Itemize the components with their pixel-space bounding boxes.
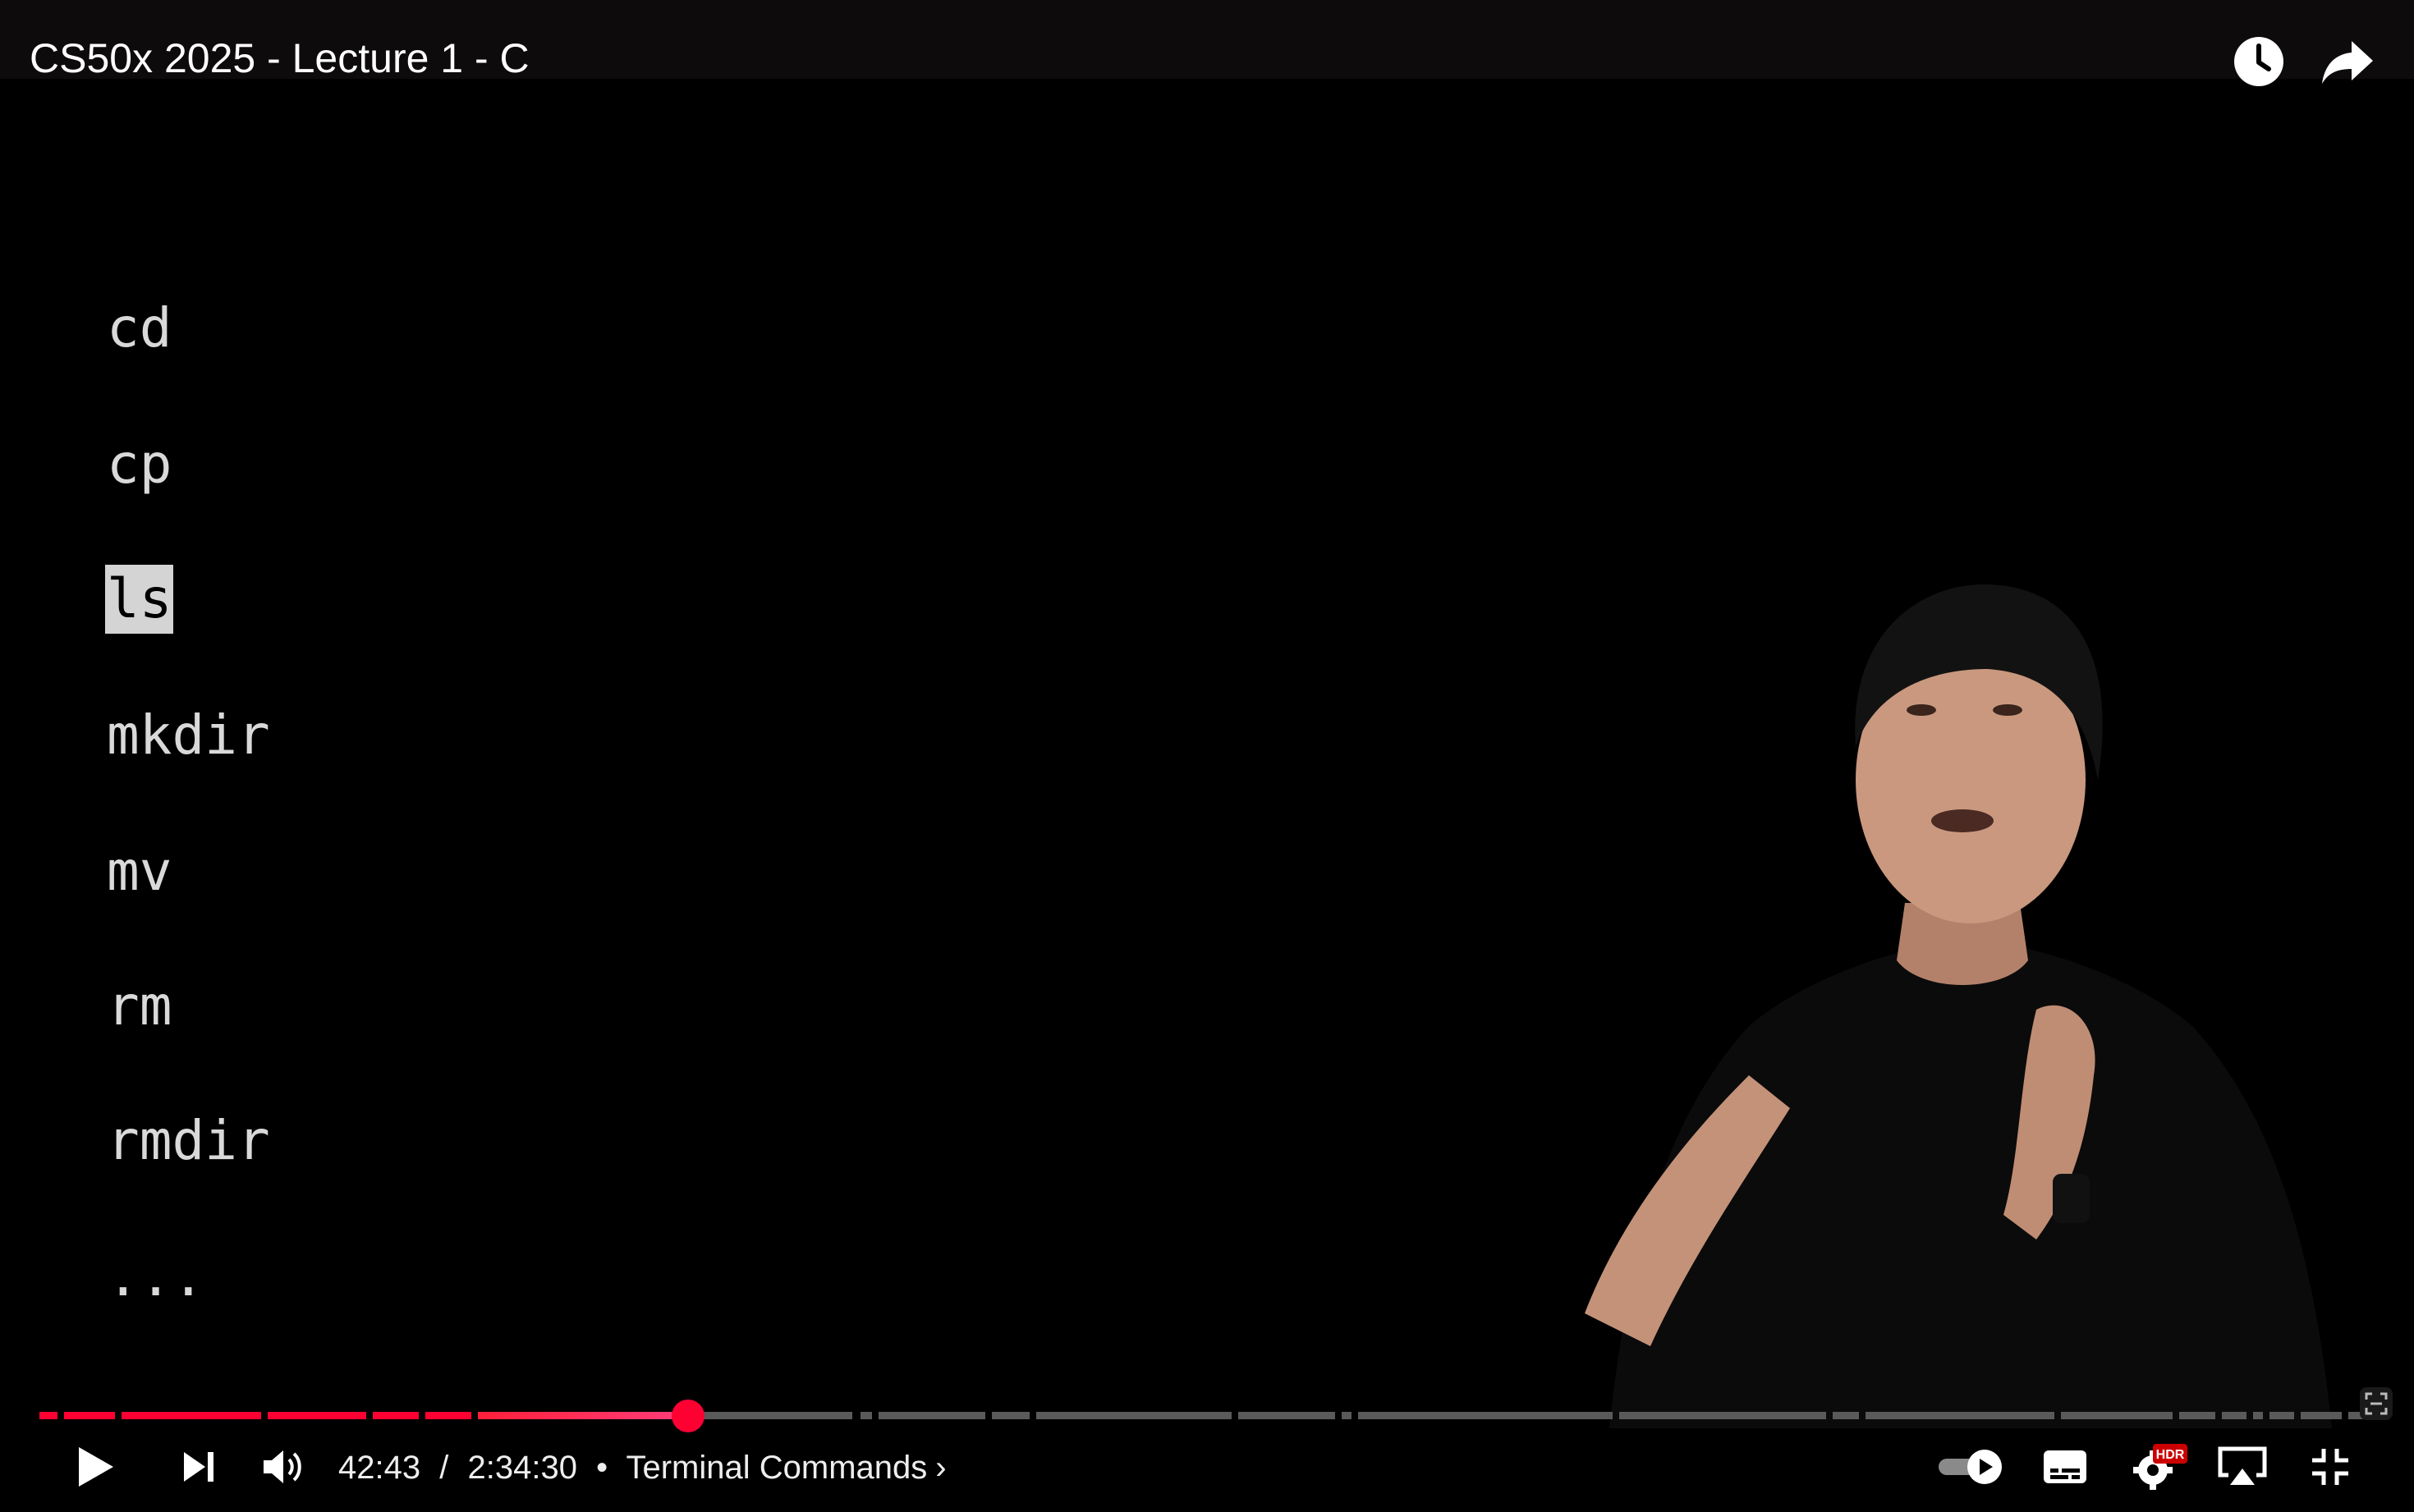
next-button[interactable]	[176, 1438, 222, 1496]
chapter-title: Terminal Commands	[626, 1450, 928, 1486]
chapter-bullet: •	[596, 1450, 608, 1486]
chapter-segment[interactable]	[992, 1412, 1030, 1419]
clock-icon	[2234, 37, 2283, 86]
slide-command: cd	[107, 296, 172, 360]
current-time: 42:43	[338, 1450, 421, 1486]
video-player[interactable]: CS50x 2025 - Lecture 1 - C cd cp ls mkdi…	[0, 0, 2414, 1512]
slide-command-highlighted: ls	[105, 565, 174, 634]
subtitles-button[interactable]	[2036, 1438, 2094, 1496]
slide-command: ...	[107, 1245, 205, 1308]
scan-icon[interactable]	[2360, 1387, 2393, 1420]
chapter-segment[interactable]	[2301, 1412, 2342, 1419]
autoplay-toggle-icon	[1939, 1450, 2002, 1484]
time-separator: /	[439, 1450, 449, 1486]
chapter-segment[interactable]	[861, 1412, 872, 1419]
share-button[interactable]	[2320, 34, 2375, 89]
chapter-segment[interactable]	[39, 1412, 57, 1419]
chapter-segment[interactable]	[2253, 1412, 2263, 1419]
chapter-segment[interactable]	[122, 1412, 261, 1419]
chevron-right-icon: ›	[935, 1450, 947, 1486]
autoplay-toggle[interactable]	[1934, 1438, 2008, 1496]
settings-button[interactable]: HDR	[2127, 1438, 2192, 1496]
chapter-segment[interactable]	[1342, 1412, 1352, 1419]
chapter-segment[interactable]	[64, 1412, 115, 1419]
time-display: 42:43 / 2:34:30 • Terminal Commands ›	[338, 1445, 947, 1491]
chapter-segment[interactable]	[268, 1412, 366, 1419]
play-icon	[79, 1447, 113, 1487]
slide-command: cp	[107, 433, 172, 496]
chapter-segment[interactable]	[2061, 1412, 2173, 1419]
exit-fullscreen-button[interactable]	[2306, 1438, 2355, 1496]
volume-button[interactable]	[259, 1438, 309, 1496]
play-button[interactable]	[71, 1438, 120, 1496]
watch-later-button[interactable]	[2232, 34, 2286, 89]
airplay-icon	[2218, 1446, 2267, 1485]
chapter-segment[interactable]	[425, 1412, 471, 1419]
chapter-segment-current-played[interactable]	[478, 1412, 688, 1419]
presenter-video-frame	[1585, 584, 2332, 1428]
slide-command: rm	[107, 974, 172, 1038]
exit-fullscreen-icon	[2312, 1449, 2348, 1485]
chapter-segment[interactable]	[373, 1412, 419, 1419]
chapter-segment[interactable]	[1358, 1412, 1613, 1419]
share-arrow-icon	[2322, 41, 2373, 84]
video-title[interactable]: CS50x 2025 - Lecture 1 - C	[30, 30, 530, 87]
skip-next-icon	[184, 1452, 213, 1482]
chapter-segment[interactable]	[1619, 1412, 1826, 1419]
chapter-title-button[interactable]: Terminal Commands ›	[626, 1450, 946, 1486]
chapter-segment[interactable]	[1833, 1412, 1859, 1419]
slide-command: mv	[107, 840, 172, 903]
chapter-segment[interactable]	[1036, 1412, 1232, 1419]
duration: 2:34:30	[467, 1450, 577, 1486]
slide-command: mkdir	[107, 703, 270, 767]
gear-icon: HDR	[2133, 1444, 2187, 1490]
chapter-segment[interactable]	[879, 1412, 985, 1419]
chapter-segment[interactable]	[2222, 1412, 2246, 1419]
slide-command: rmdir	[107, 1109, 270, 1172]
chapter-segment-current[interactable]	[688, 1412, 852, 1419]
scrubber-handle[interactable]	[672, 1400, 704, 1432]
subtitles-icon	[2044, 1450, 2086, 1483]
progress-bar[interactable]	[39, 1412, 2368, 1419]
hdr-badge: HDR	[2156, 1448, 2185, 1462]
chapter-segment[interactable]	[2269, 1412, 2294, 1419]
chapter-segment[interactable]	[1866, 1412, 2054, 1419]
airplay-button[interactable]	[2214, 1438, 2271, 1496]
chapter-segment[interactable]	[2179, 1412, 2215, 1419]
chapter-segment[interactable]	[1238, 1412, 1335, 1419]
volume-icon	[264, 1450, 301, 1483]
